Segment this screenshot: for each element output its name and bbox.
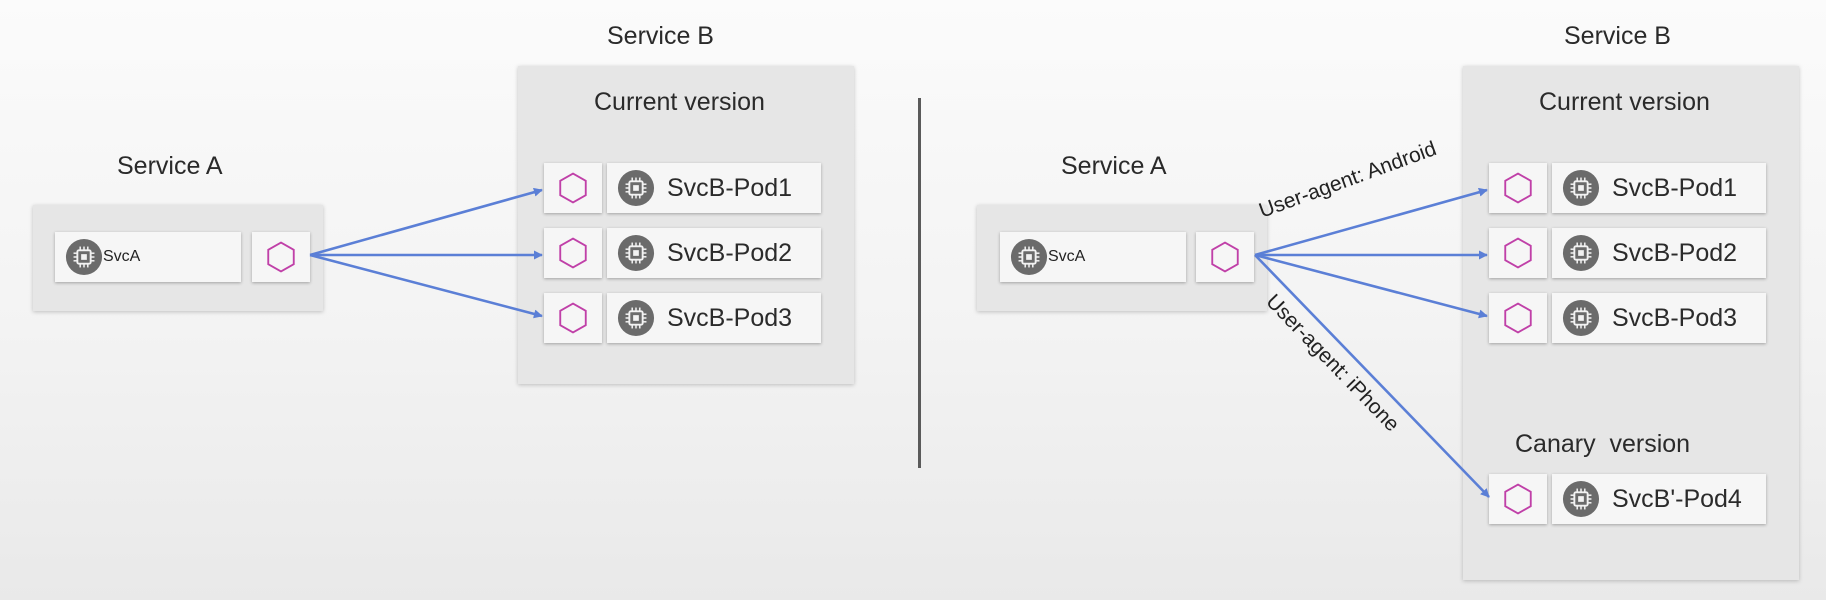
canary-pod-card: SvcB'-Pod4 [1552, 474, 1766, 524]
service-a-title: Service A [117, 152, 223, 180]
service-b-title: Service B [607, 22, 714, 50]
podb1-card: SvcB-Pod1 [607, 163, 821, 213]
pod-label: SvcB-Pod1 [667, 173, 793, 202]
edge-label-iphone: User-agent: iPhone [1261, 290, 1404, 437]
chip-icon [1562, 299, 1600, 337]
podb3-proxy-card [1489, 293, 1547, 343]
chip-icon [1562, 480, 1600, 518]
podb3-card: SvcB-Pod3 [607, 293, 821, 343]
hexagon-icon [1208, 240, 1242, 274]
podb1-card: SvcB-Pod1 [1552, 163, 1766, 213]
podb1-proxy-card [544, 163, 602, 213]
chip-icon [1010, 238, 1048, 276]
pod-label: SvcB-Pod3 [1612, 303, 1738, 332]
pod-label: SvcB-Pod3 [667, 303, 793, 332]
podb2-proxy-card [544, 228, 602, 278]
hexagon-icon [264, 240, 298, 274]
svca-pod-label: SvcA [1048, 248, 1086, 265]
pod-label: SvcB-Pod1 [1612, 173, 1738, 202]
arrow-to-pod3 [309, 253, 543, 319]
current-version-title: Current version [1539, 88, 1710, 116]
podb2-card: SvcB-Pod2 [1552, 228, 1766, 278]
current-version-title: Current version [594, 88, 765, 116]
podb3-card: SvcB-Pod3 [1552, 293, 1766, 343]
canary-proxy-card [1489, 474, 1547, 524]
hexagon-icon [1501, 171, 1535, 205]
hexagon-icon [1501, 236, 1535, 270]
chip-icon [617, 169, 655, 207]
edge-label-android: User-agent: Android [1256, 137, 1440, 223]
hexagon-icon [1501, 301, 1535, 335]
podb3-proxy-card [544, 293, 602, 343]
svca-proxy-card [252, 232, 310, 282]
hexagon-icon [556, 171, 590, 205]
pod-label: SvcB-Pod2 [1612, 238, 1738, 267]
arrow-to-canary [1254, 254, 1490, 498]
svca-pod-label: SvcA [103, 248, 141, 265]
svca-proxy-card [1196, 232, 1254, 282]
chip-icon [617, 299, 655, 337]
svca-pod-card: SvcA [1000, 232, 1186, 282]
chip-icon [65, 238, 103, 276]
service-a-title: Service A [1061, 152, 1167, 180]
podb2-proxy-card [1489, 228, 1547, 278]
canary-pod-label: SvcB'-Pod4 [1612, 484, 1742, 513]
hexagon-icon [556, 236, 590, 270]
hexagon-icon [1501, 482, 1535, 516]
chip-icon [1562, 169, 1600, 207]
service-b-title: Service B [1564, 22, 1671, 50]
divider-line [918, 98, 921, 468]
podb1-proxy-card [1489, 163, 1547, 213]
arrow-to-pod1 [309, 187, 543, 257]
pod-label: SvcB-Pod2 [667, 238, 793, 267]
podb2-card: SvcB-Pod2 [607, 228, 821, 278]
chip-icon [1562, 234, 1600, 272]
hexagon-icon [556, 301, 590, 335]
canary-version-title: Canary version [1515, 430, 1691, 458]
svca-pod-card: SvcA [55, 232, 241, 282]
chip-icon [617, 234, 655, 272]
